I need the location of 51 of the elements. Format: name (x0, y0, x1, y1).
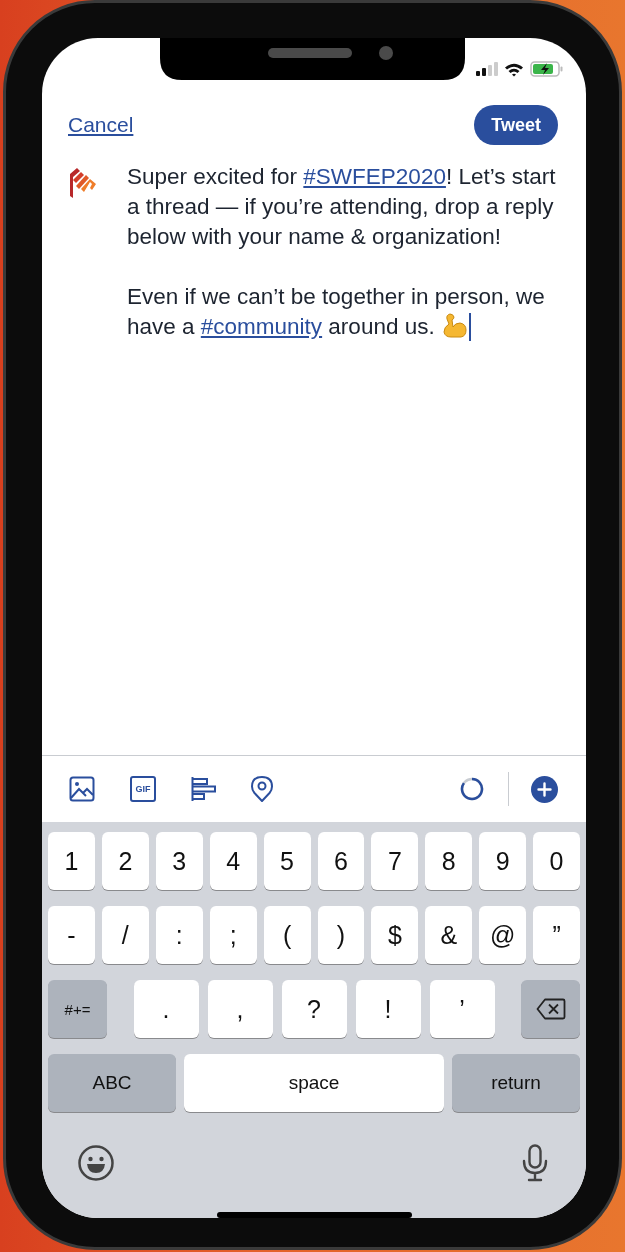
keyboard-key[interactable]: 6 (317, 832, 365, 890)
keyboard-key[interactable]: 5 (263, 832, 311, 890)
keyboard-key[interactable]: 2 (101, 832, 149, 890)
avatar-icon (68, 166, 98, 200)
space-key[interactable]: space (184, 1054, 444, 1112)
keyboard-key[interactable]: ) (317, 906, 365, 964)
keyboard-key[interactable]: ! (355, 980, 421, 1038)
keyboard-key[interactable]: 4 (209, 832, 257, 890)
image-icon[interactable] (69, 776, 95, 802)
battery-icon (530, 61, 564, 77)
keyboard-key[interactable]: ? (281, 980, 347, 1038)
keyboard-key[interactable]: 9 (479, 832, 527, 890)
signal-icon (476, 62, 498, 76)
cancel-link[interactable]: Cancel (68, 113, 134, 137)
hashtag-link[interactable]: #community (200, 314, 323, 339)
wifi-icon (504, 61, 524, 77)
hashtag-link[interactable]: #SWFEP2020 (303, 164, 446, 189)
delete-key[interactable] (521, 980, 580, 1038)
text-cursor (468, 313, 471, 341)
add-icon[interactable] (531, 775, 558, 803)
keyboard-key[interactable]: ; (209, 906, 257, 964)
character-count-ring (460, 777, 484, 801)
keyboard-key[interactable]: / (101, 906, 149, 964)
poll-icon[interactable] (191, 777, 216, 801)
tweet-text: Super excited for #SWFEP2020! Let’s start a thread — if you’re attending, drop a reply below with your name & organization! (127, 163, 557, 251)
tweet-text: Even if we can’t be together in person, we have a #community around us. (127, 283, 546, 342)
flexed-biceps-icon (440, 312, 467, 338)
microphone-icon[interactable] (522, 1144, 548, 1182)
keyboard-key[interactable]: 0 (533, 832, 580, 890)
tweet-button[interactable]: Tweet (474, 105, 558, 145)
keyboard-key[interactable]: . (133, 980, 199, 1038)
keyboard-key[interactable]: #+= (48, 980, 107, 1038)
keyboard-key[interactable]: 8 (425, 832, 473, 890)
keyboard-key[interactable]: $ (371, 906, 419, 964)
keyboard-key[interactable]: & (425, 906, 473, 964)
keyboard-key[interactable]: : (155, 906, 203, 964)
keyboard-key[interactable]: , (207, 980, 273, 1038)
keyboard-key[interactable]: return (452, 1054, 580, 1112)
keyboard-key[interactable]: ” (533, 906, 580, 964)
emoji-icon[interactable] (78, 1145, 114, 1181)
keyboard-key[interactable]: 1 (48, 832, 95, 890)
location-pin-icon[interactable] (251, 776, 273, 802)
keyboard-key[interactable]: ( (263, 906, 311, 964)
keyboard-key[interactable]: ABC (48, 1054, 176, 1112)
keyboard-key[interactable]: 7 (371, 832, 419, 890)
delete-icon (535, 998, 566, 1020)
keyboard-key[interactable]: @ (479, 906, 527, 964)
gif-button[interactable]: GIF (130, 776, 156, 802)
keyboard-key[interactable]: 3 (155, 832, 203, 890)
keyboard-key[interactable]: - (48, 906, 95, 964)
keyboard-key[interactable]: ’ (429, 980, 495, 1038)
